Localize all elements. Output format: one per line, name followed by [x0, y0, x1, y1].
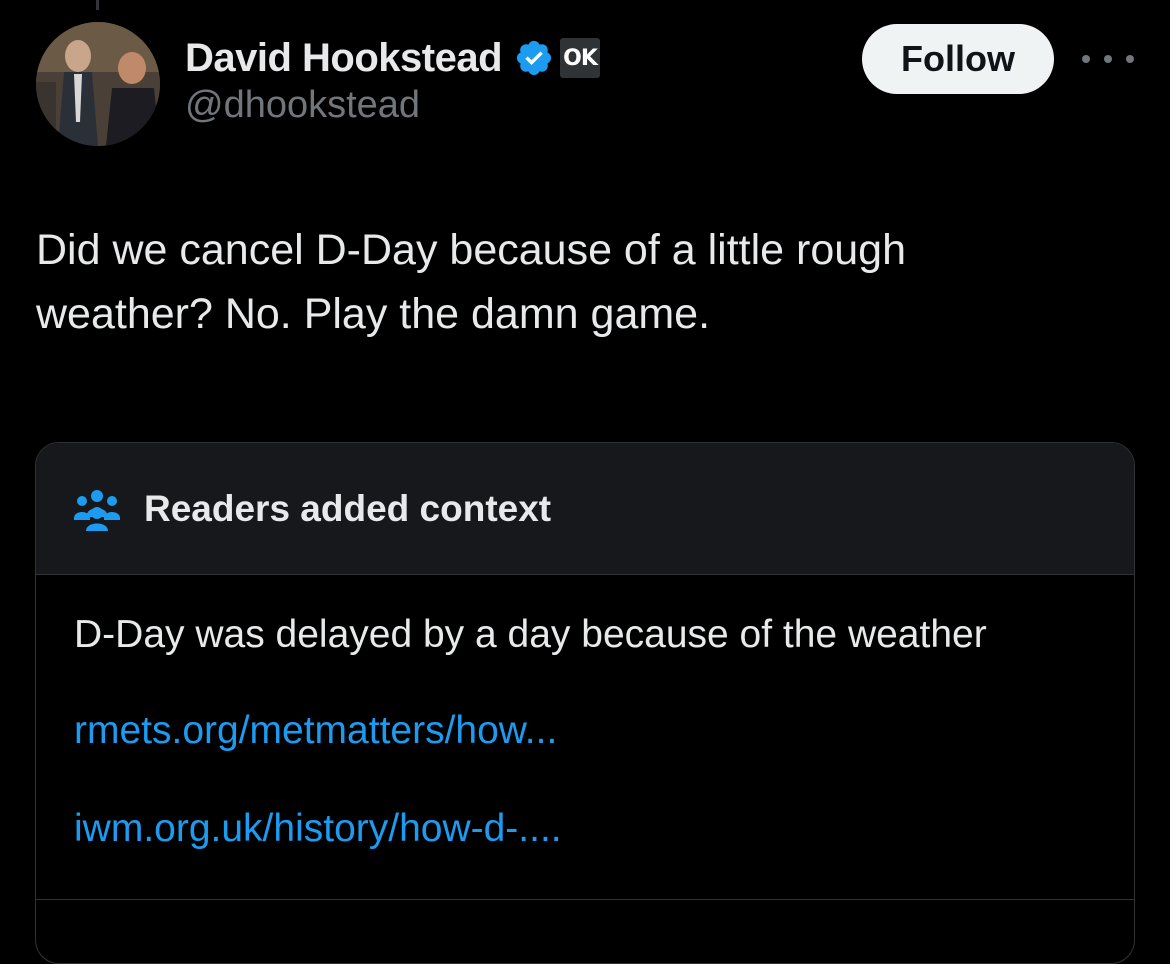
community-note-header[interactable]: Readers added context	[36, 443, 1134, 575]
tweet-text: Did we cancel D-Day because of a little …	[36, 226, 906, 338]
author-handle[interactable]: @dhookstead	[185, 84, 420, 127]
community-note-link[interactable]: rmets.org/metmatters/how...	[74, 709, 557, 753]
author-display-name[interactable]: David Hookstead	[185, 36, 503, 81]
community-note-link[interactable]: iwm.org.uk/history/how-d-....	[74, 807, 562, 851]
community-note-body: D-Day was delayed by a day because of th…	[74, 613, 987, 656]
verified-badge-icon[interactable]	[514, 38, 554, 78]
affiliate-badge[interactable]: OK	[560, 38, 601, 78]
follow-button[interactable]: Follow	[862, 24, 1054, 94]
more-dot	[1082, 55, 1090, 63]
more-dot	[1104, 55, 1112, 63]
more-options-icon[interactable]	[1082, 42, 1134, 76]
avatar-photo	[36, 22, 160, 146]
community-note-divider	[36, 899, 1134, 900]
avatar[interactable]	[36, 22, 160, 146]
community-note-title: Readers added context	[144, 487, 552, 529]
author-name-row: David Hookstead OK	[185, 32, 601, 84]
people-group-icon	[72, 487, 122, 531]
thread-connector-line	[96, 0, 99, 10]
community-note-card: Readers added context D-Day was delayed …	[35, 442, 1135, 964]
more-dot	[1126, 55, 1134, 63]
